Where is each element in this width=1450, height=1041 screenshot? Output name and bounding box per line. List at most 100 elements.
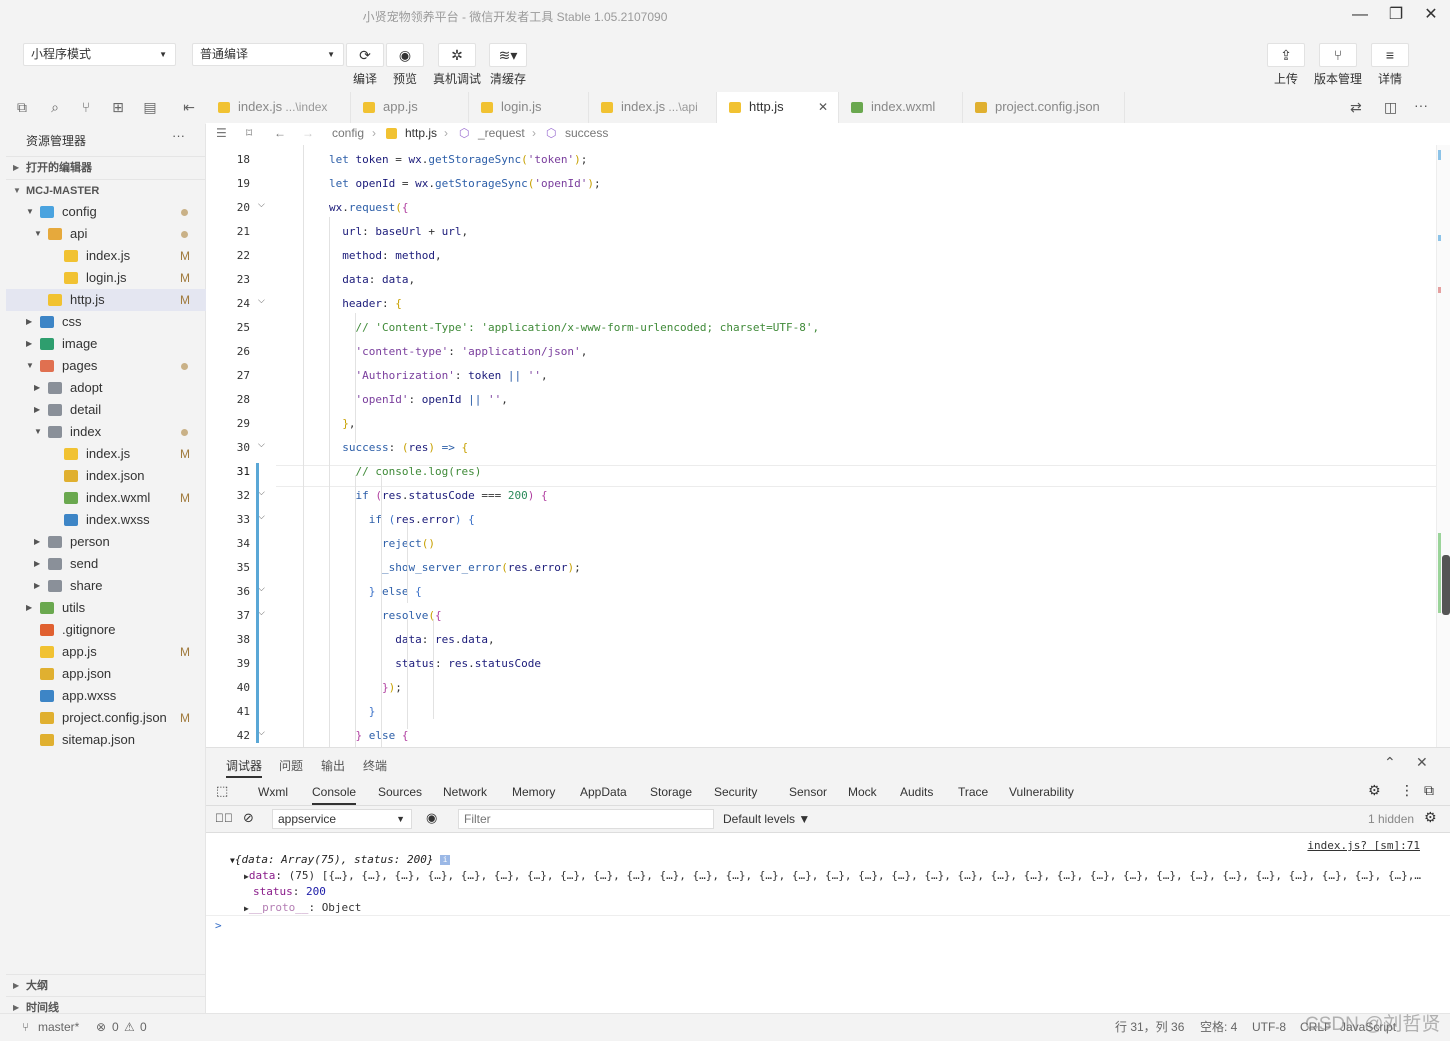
gear-icon[interactable]: ⚙ xyxy=(1368,782,1381,799)
breadcrumb-method[interactable]: success xyxy=(565,123,608,144)
extensions-icon[interactable]: ⊞ xyxy=(109,98,127,116)
tree-item[interactable]: .gitignore xyxy=(6,619,206,641)
tree-item[interactable]: index.js M xyxy=(6,443,206,465)
source-control-icon[interactable]: ⑂ xyxy=(77,98,95,116)
scroll-thumb[interactable] xyxy=(1442,555,1450,615)
eye-icon[interactable]: ◉ xyxy=(426,810,437,826)
tree-item[interactable]: index.json xyxy=(6,465,206,487)
devtools-tab-mock[interactable]: Mock xyxy=(848,785,877,799)
open-editors-section[interactable]: ▶ 打开的编辑器 xyxy=(6,156,206,178)
tree-item[interactable]: ▶ image xyxy=(6,333,206,355)
tree-item[interactable]: http.js M xyxy=(6,289,206,311)
clear-console-icon[interactable]: ⊘ xyxy=(243,810,254,826)
collapse-sidebar-icon[interactable]: ⇤ xyxy=(180,98,198,116)
sidebar-toggle-icon[interactable]: ▶⃞ xyxy=(215,811,233,825)
devtools-tab-sources[interactable]: Sources xyxy=(378,785,422,799)
editor-tab[interactable]: login.js xyxy=(469,92,589,123)
chevron-up-icon[interactable]: ⌃ xyxy=(1384,754,1396,771)
clear-cache-button[interactable]: ≋▾ xyxy=(489,43,527,67)
editor-scrollbar[interactable] xyxy=(1436,145,1450,747)
indentation[interactable]: 空格: 4 xyxy=(1200,1014,1237,1041)
devtools-tab-audits[interactable]: Audits xyxy=(900,785,933,799)
console-output[interactable]: index.js? [sm]:71 ▼{data: Array(75), sta… xyxy=(206,833,1450,1014)
tree-item[interactable]: ▶ detail xyxy=(6,399,206,421)
editor-tab[interactable]: http.js ✕ xyxy=(717,92,839,123)
search-icon[interactable]: ⌕ xyxy=(46,98,64,116)
tree-item[interactable]: ▼ pages xyxy=(6,355,206,377)
mode-select[interactable]: 小程序模式 ▼ xyxy=(23,43,176,66)
tab-problems[interactable]: 问题 xyxy=(279,757,303,774)
editor-tab[interactable]: index.js ...\index xyxy=(206,92,351,123)
tree-item[interactable]: ▶ css xyxy=(6,311,206,333)
devtools-tab-appdata[interactable]: AppData xyxy=(580,785,627,799)
forward-arrow-icon[interactable]: → xyxy=(302,123,314,144)
editor-tab[interactable]: index.js ...\api xyxy=(589,92,717,123)
breadcrumb-function[interactable]: _request xyxy=(478,123,525,144)
tree-item[interactable]: index.wxml M xyxy=(6,487,206,509)
fold-chevron-icon[interactable]: ⌵ xyxy=(258,439,265,450)
version-control-button[interactable]: ⑂ xyxy=(1319,43,1357,67)
back-arrow-icon[interactable]: ← xyxy=(274,123,286,144)
branch-name[interactable]: master* xyxy=(38,1014,79,1041)
fold-chevron-icon[interactable]: ⌵ xyxy=(258,295,265,306)
upload-button[interactable]: ⇪ xyxy=(1267,43,1305,67)
fold-chevron-icon[interactable]: ⌵ xyxy=(258,607,265,618)
devtools-tab-storage[interactable]: Storage xyxy=(650,785,692,799)
tree-item[interactable]: app.js M xyxy=(6,641,206,663)
log-summary[interactable]: ▼{data: Array(75), status: 200} i xyxy=(230,853,451,866)
tab-terminal[interactable]: 终端 xyxy=(363,757,387,774)
devtools-tab-vulnerability[interactable]: Vulnerability xyxy=(1009,785,1074,799)
tree-item[interactable]: ▼ index xyxy=(6,421,206,443)
cursor-position[interactable]: 行 31，列 36 xyxy=(1115,1014,1184,1041)
fold-chevron-icon[interactable]: ⌵ xyxy=(258,199,265,210)
gear-icon[interactable]: ⚙ xyxy=(1424,809,1437,826)
devtools-tab-network[interactable]: Network xyxy=(443,785,487,799)
error-icon[interactable]: ⊗ xyxy=(96,1014,106,1041)
tree-item[interactable]: ▶ send xyxy=(6,553,206,575)
devtools-tab-trace[interactable]: Trace xyxy=(958,785,988,799)
inspect-element-icon[interactable]: ⬚ xyxy=(216,783,228,799)
fold-chevron-icon[interactable]: ⌵ xyxy=(258,727,265,738)
branch-icon[interactable]: ⑂ xyxy=(22,1014,29,1041)
tree-item[interactable]: index.wxss xyxy=(6,509,206,531)
close-panel-icon[interactable]: ✕ xyxy=(1416,754,1428,771)
more-vertical-icon[interactable]: ⋮ xyxy=(1400,782,1414,799)
breadcrumb-config[interactable]: config xyxy=(332,123,364,144)
tree-item[interactable]: index.js M xyxy=(6,245,206,267)
warning-icon[interactable]: ⚠ xyxy=(124,1014,135,1041)
details-button[interactable]: ≡ xyxy=(1371,43,1409,67)
more-actions-icon[interactable]: ··· xyxy=(172,128,185,143)
tree-item[interactable]: ▼ api xyxy=(6,223,206,245)
console-prompt[interactable]: > xyxy=(215,919,222,932)
tree-item[interactable]: ▶ utils xyxy=(6,597,206,619)
fold-chevron-icon[interactable]: ⌵ xyxy=(258,487,265,498)
outline-section[interactable]: ▶ 大纲 xyxy=(6,974,206,996)
editor-tab[interactable]: index.wxml xyxy=(839,92,963,123)
source-link[interactable]: index.js? [sm]:71 xyxy=(1307,839,1420,852)
fold-chevron-icon[interactable]: ⌵ xyxy=(258,583,265,594)
dock-icon[interactable]: ⧉ xyxy=(1424,782,1434,799)
code-editor[interactable]: 18 let token = wx.getStorageSync('token')… xyxy=(206,145,1450,747)
remote-debug-button[interactable]: ✲ xyxy=(438,43,476,67)
preview-button[interactable]: ◉ xyxy=(386,43,424,67)
editor-tab[interactable]: app.js xyxy=(351,92,469,123)
devtools-tab-sensor[interactable]: Sensor xyxy=(789,785,827,799)
split-editor-icon[interactable]: ◫ xyxy=(1384,99,1397,116)
close-tab-icon[interactable]: ✕ xyxy=(818,92,828,122)
fold-chevron-icon[interactable]: ⌵ xyxy=(258,511,265,522)
tree-item[interactable]: sitemap.json xyxy=(6,729,206,751)
tree-item[interactable]: app.json xyxy=(6,663,206,685)
tab-debugger[interactable]: 调试器 xyxy=(226,757,263,778)
tree-item[interactable]: ▶ share xyxy=(6,575,206,597)
maximize-icon[interactable]: ❐ xyxy=(1381,4,1411,28)
compile-select[interactable]: 普通编译 ▼ xyxy=(192,43,344,66)
devtools-tab-security[interactable]: Security xyxy=(714,785,757,799)
close-window-icon[interactable]: ✕ xyxy=(1416,4,1446,28)
levels-select[interactable]: Default levels ▼ xyxy=(723,812,810,826)
context-select[interactable]: appservice ▼ xyxy=(272,809,412,829)
compare-icon[interactable]: ⇄ xyxy=(1350,99,1362,116)
tree-item[interactable]: ▶ person xyxy=(6,531,206,553)
devtools-tab-console[interactable]: Console xyxy=(312,785,357,805)
tree-item[interactable]: ▶ adopt xyxy=(6,377,206,399)
minimize-icon[interactable]: — xyxy=(1345,4,1375,28)
